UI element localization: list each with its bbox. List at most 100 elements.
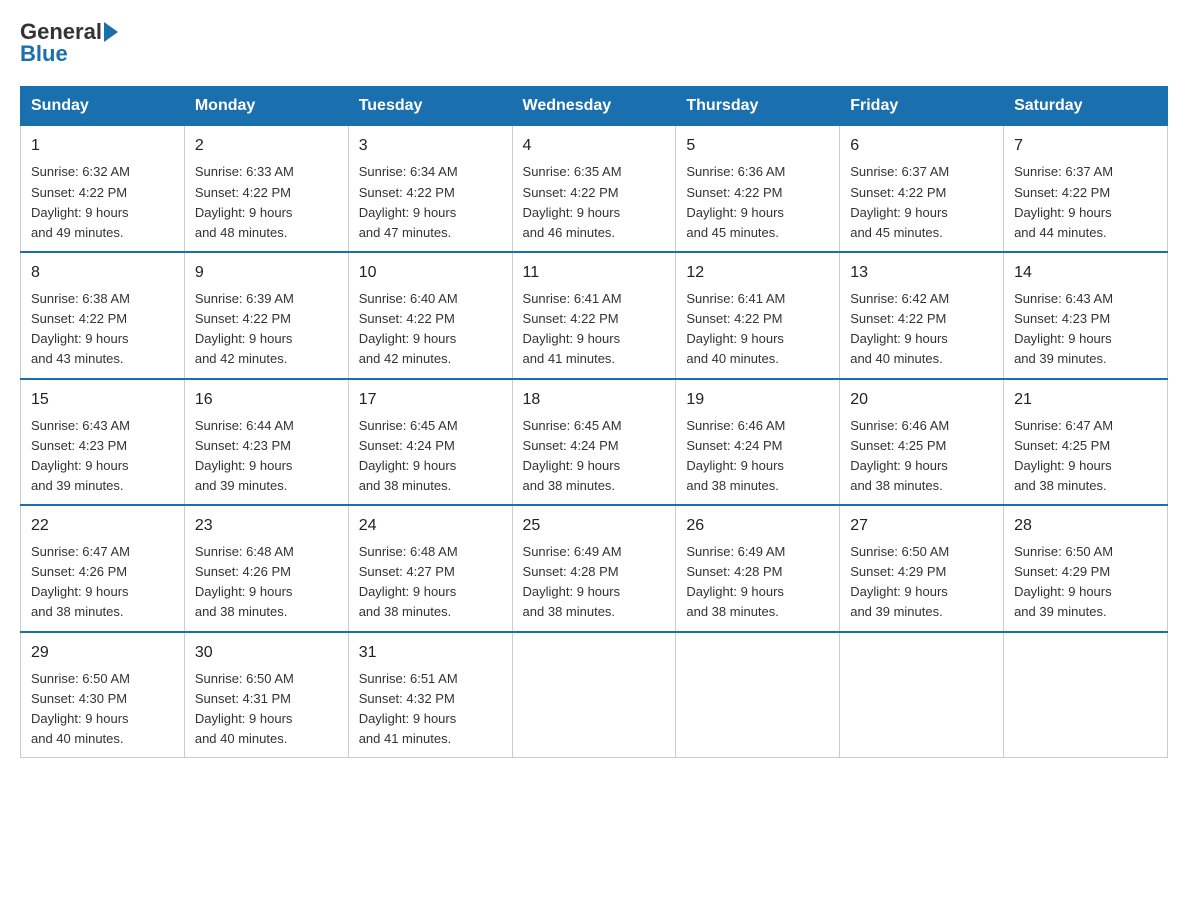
day-info: Sunrise: 6:39 AM Sunset: 4:22 PM Dayligh… [195, 289, 338, 370]
day-number: 22 [31, 514, 174, 538]
day-cell [1004, 632, 1168, 758]
day-info: Sunrise: 6:49 AM Sunset: 4:28 PM Dayligh… [523, 542, 666, 623]
day-number: 13 [850, 261, 993, 285]
day-cell: 9 Sunrise: 6:39 AM Sunset: 4:22 PM Dayli… [184, 252, 348, 379]
day-cell: 14 Sunrise: 6:43 AM Sunset: 4:23 PM Dayl… [1004, 252, 1168, 379]
day-cell: 20 Sunrise: 6:46 AM Sunset: 4:25 PM Dayl… [840, 379, 1004, 506]
header-thursday: Thursday [676, 87, 840, 126]
day-number: 18 [523, 388, 666, 412]
week-row-1: 1 Sunrise: 6:32 AM Sunset: 4:22 PM Dayli… [21, 126, 1168, 252]
day-info: Sunrise: 6:47 AM Sunset: 4:26 PM Dayligh… [31, 542, 174, 623]
day-cell: 23 Sunrise: 6:48 AM Sunset: 4:26 PM Dayl… [184, 505, 348, 632]
day-info: Sunrise: 6:38 AM Sunset: 4:22 PM Dayligh… [31, 289, 174, 370]
day-cell: 5 Sunrise: 6:36 AM Sunset: 4:22 PM Dayli… [676, 126, 840, 252]
logo-arrow-icon [104, 22, 118, 42]
header-friday: Friday [840, 87, 1004, 126]
day-info: Sunrise: 6:51 AM Sunset: 4:32 PM Dayligh… [359, 669, 502, 750]
day-number: 9 [195, 261, 338, 285]
day-cell: 3 Sunrise: 6:34 AM Sunset: 4:22 PM Dayli… [348, 126, 512, 252]
week-row-2: 8 Sunrise: 6:38 AM Sunset: 4:22 PM Dayli… [21, 252, 1168, 379]
day-number: 6 [850, 134, 993, 158]
day-info: Sunrise: 6:41 AM Sunset: 4:22 PM Dayligh… [523, 289, 666, 370]
day-number: 27 [850, 514, 993, 538]
day-number: 12 [686, 261, 829, 285]
day-cell: 27 Sunrise: 6:50 AM Sunset: 4:29 PM Dayl… [840, 505, 1004, 632]
day-number: 16 [195, 388, 338, 412]
day-number: 2 [195, 134, 338, 158]
day-number: 15 [31, 388, 174, 412]
header-tuesday: Tuesday [348, 87, 512, 126]
day-cell: 29 Sunrise: 6:50 AM Sunset: 4:30 PM Dayl… [21, 632, 185, 758]
day-info: Sunrise: 6:33 AM Sunset: 4:22 PM Dayligh… [195, 162, 338, 243]
day-cell: 8 Sunrise: 6:38 AM Sunset: 4:22 PM Dayli… [21, 252, 185, 379]
day-cell [676, 632, 840, 758]
day-cell: 11 Sunrise: 6:41 AM Sunset: 4:22 PM Dayl… [512, 252, 676, 379]
day-info: Sunrise: 6:43 AM Sunset: 4:23 PM Dayligh… [1014, 289, 1157, 370]
day-info: Sunrise: 6:50 AM Sunset: 4:29 PM Dayligh… [850, 542, 993, 623]
day-cell [512, 632, 676, 758]
day-info: Sunrise: 6:42 AM Sunset: 4:22 PM Dayligh… [850, 289, 993, 370]
day-cell: 31 Sunrise: 6:51 AM Sunset: 4:32 PM Dayl… [348, 632, 512, 758]
day-number: 29 [31, 641, 174, 665]
day-number: 30 [195, 641, 338, 665]
day-number: 17 [359, 388, 502, 412]
day-cell: 26 Sunrise: 6:49 AM Sunset: 4:28 PM Dayl… [676, 505, 840, 632]
day-number: 1 [31, 134, 174, 158]
day-info: Sunrise: 6:46 AM Sunset: 4:24 PM Dayligh… [686, 416, 829, 497]
day-cell: 17 Sunrise: 6:45 AM Sunset: 4:24 PM Dayl… [348, 379, 512, 506]
day-number: 5 [686, 134, 829, 158]
day-info: Sunrise: 6:32 AM Sunset: 4:22 PM Dayligh… [31, 162, 174, 243]
day-info: Sunrise: 6:41 AM Sunset: 4:22 PM Dayligh… [686, 289, 829, 370]
day-cell: 2 Sunrise: 6:33 AM Sunset: 4:22 PM Dayli… [184, 126, 348, 252]
day-info: Sunrise: 6:35 AM Sunset: 4:22 PM Dayligh… [523, 162, 666, 243]
day-cell: 21 Sunrise: 6:47 AM Sunset: 4:25 PM Dayl… [1004, 379, 1168, 506]
day-cell [840, 632, 1004, 758]
day-number: 25 [523, 514, 666, 538]
day-info: Sunrise: 6:46 AM Sunset: 4:25 PM Dayligh… [850, 416, 993, 497]
header-saturday: Saturday [1004, 87, 1168, 126]
day-info: Sunrise: 6:37 AM Sunset: 4:22 PM Dayligh… [1014, 162, 1157, 243]
day-number: 23 [195, 514, 338, 538]
day-number: 21 [1014, 388, 1157, 412]
logo-blue: Blue [20, 42, 68, 66]
day-info: Sunrise: 6:50 AM Sunset: 4:30 PM Dayligh… [31, 669, 174, 750]
header-wednesday: Wednesday [512, 87, 676, 126]
day-number: 4 [523, 134, 666, 158]
day-cell: 15 Sunrise: 6:43 AM Sunset: 4:23 PM Dayl… [21, 379, 185, 506]
logo: General Blue [20, 20, 118, 66]
day-cell: 12 Sunrise: 6:41 AM Sunset: 4:22 PM Dayl… [676, 252, 840, 379]
day-cell: 4 Sunrise: 6:35 AM Sunset: 4:22 PM Dayli… [512, 126, 676, 252]
day-cell: 22 Sunrise: 6:47 AM Sunset: 4:26 PM Dayl… [21, 505, 185, 632]
day-cell: 7 Sunrise: 6:37 AM Sunset: 4:22 PM Dayli… [1004, 126, 1168, 252]
day-cell: 13 Sunrise: 6:42 AM Sunset: 4:22 PM Dayl… [840, 252, 1004, 379]
header-monday: Monday [184, 87, 348, 126]
day-info: Sunrise: 6:40 AM Sunset: 4:22 PM Dayligh… [359, 289, 502, 370]
day-cell: 1 Sunrise: 6:32 AM Sunset: 4:22 PM Dayli… [21, 126, 185, 252]
day-number: 14 [1014, 261, 1157, 285]
day-cell: 10 Sunrise: 6:40 AM Sunset: 4:22 PM Dayl… [348, 252, 512, 379]
day-info: Sunrise: 6:45 AM Sunset: 4:24 PM Dayligh… [359, 416, 502, 497]
header-sunday: Sunday [21, 87, 185, 126]
week-row-3: 15 Sunrise: 6:43 AM Sunset: 4:23 PM Dayl… [21, 379, 1168, 506]
day-info: Sunrise: 6:34 AM Sunset: 4:22 PM Dayligh… [359, 162, 502, 243]
day-number: 11 [523, 261, 666, 285]
day-number: 24 [359, 514, 502, 538]
day-cell: 16 Sunrise: 6:44 AM Sunset: 4:23 PM Dayl… [184, 379, 348, 506]
day-cell: 19 Sunrise: 6:46 AM Sunset: 4:24 PM Dayl… [676, 379, 840, 506]
day-info: Sunrise: 6:45 AM Sunset: 4:24 PM Dayligh… [523, 416, 666, 497]
day-number: 7 [1014, 134, 1157, 158]
day-number: 26 [686, 514, 829, 538]
calendar-table: SundayMondayTuesdayWednesdayThursdayFrid… [20, 86, 1168, 758]
day-number: 20 [850, 388, 993, 412]
day-cell: 18 Sunrise: 6:45 AM Sunset: 4:24 PM Dayl… [512, 379, 676, 506]
day-info: Sunrise: 6:48 AM Sunset: 4:26 PM Dayligh… [195, 542, 338, 623]
day-cell: 28 Sunrise: 6:50 AM Sunset: 4:29 PM Dayl… [1004, 505, 1168, 632]
day-number: 31 [359, 641, 502, 665]
day-info: Sunrise: 6:48 AM Sunset: 4:27 PM Dayligh… [359, 542, 502, 623]
day-info: Sunrise: 6:37 AM Sunset: 4:22 PM Dayligh… [850, 162, 993, 243]
week-row-5: 29 Sunrise: 6:50 AM Sunset: 4:30 PM Dayl… [21, 632, 1168, 758]
day-info: Sunrise: 6:36 AM Sunset: 4:22 PM Dayligh… [686, 162, 829, 243]
day-info: Sunrise: 6:43 AM Sunset: 4:23 PM Dayligh… [31, 416, 174, 497]
day-info: Sunrise: 6:49 AM Sunset: 4:28 PM Dayligh… [686, 542, 829, 623]
day-number: 19 [686, 388, 829, 412]
